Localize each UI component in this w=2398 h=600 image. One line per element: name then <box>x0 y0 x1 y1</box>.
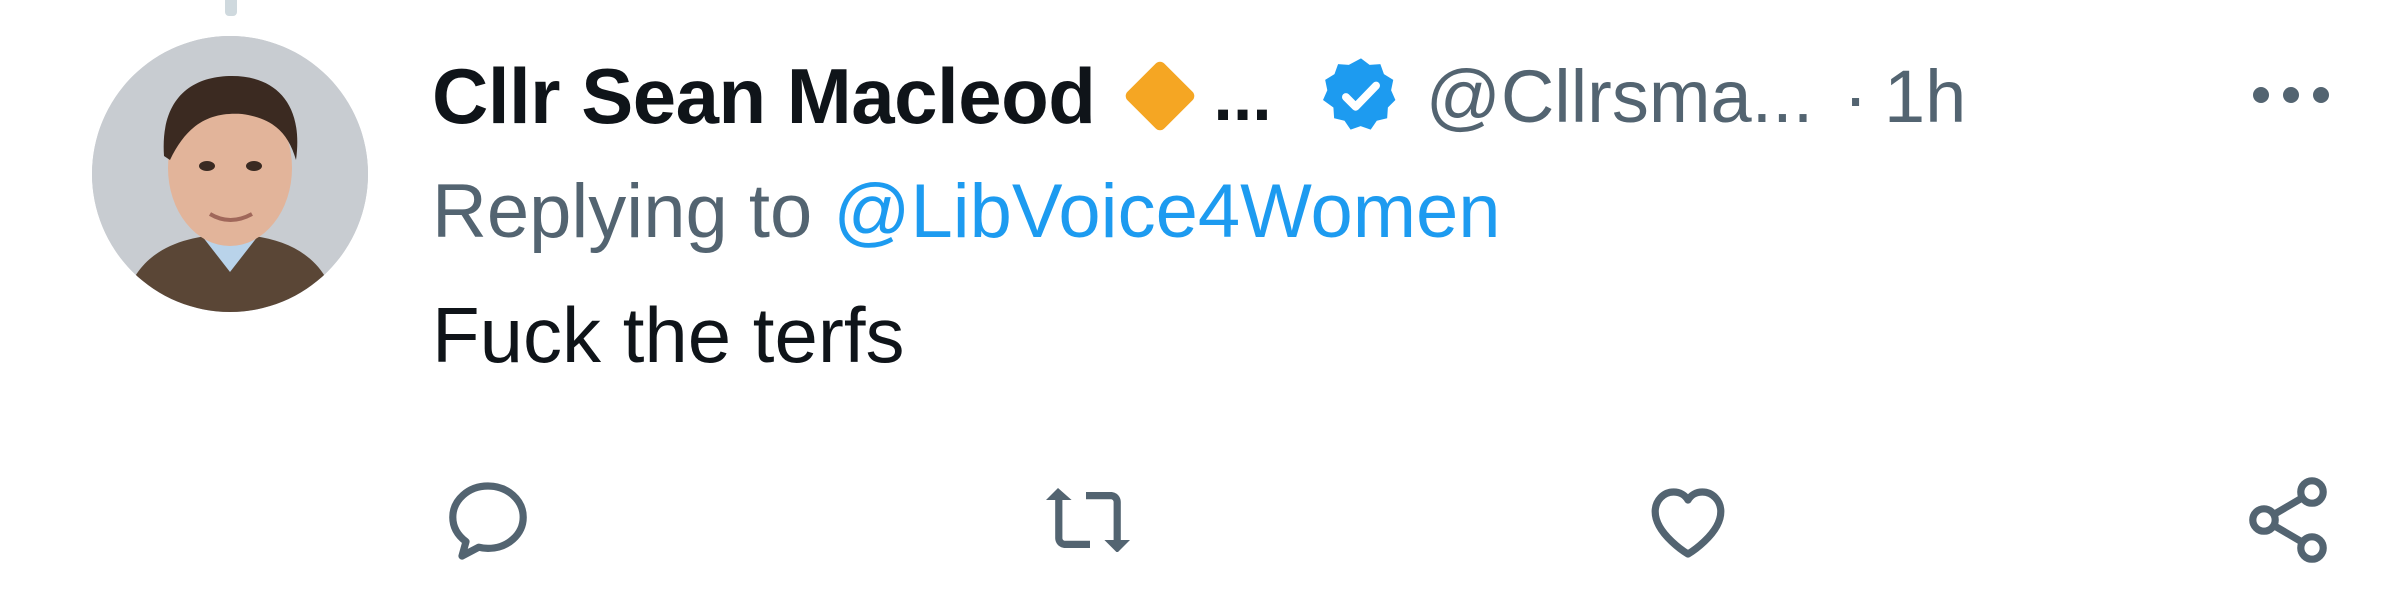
name-ellipsis: ... <box>1213 57 1272 135</box>
orange-diamond-icon <box>1117 53 1203 139</box>
retweet-icon <box>1046 488 1130 552</box>
like-button[interactable] <box>1640 472 1736 568</box>
timestamp[interactable]: 1h <box>1884 54 1966 139</box>
replying-to: Replying to @LibVoice4Women <box>432 168 1501 255</box>
thread-connector-line <box>225 0 237 16</box>
share-button[interactable] <box>2240 472 2336 568</box>
avatar[interactable] <box>92 36 368 312</box>
reply-mention-link[interactable]: @LibVoice4Women <box>833 169 1500 254</box>
tweet-text: Fuck the terfs <box>432 291 905 379</box>
avatar-image <box>92 36 368 312</box>
verified-badge-icon <box>1318 53 1404 139</box>
more-options-icon[interactable] <box>2246 80 2336 110</box>
author-name[interactable]: Cllr Sean Macleod <box>432 51 1096 142</box>
author-handle[interactable]: @Cllrsma... <box>1426 54 1814 139</box>
tweet-header: Cllr Sean Macleod ... @Cllrsma... · 1h <box>432 48 2332 144</box>
reply-prefix: Replying to <box>432 169 834 254</box>
retweet-button[interactable] <box>1040 472 1136 568</box>
reply-icon <box>449 482 527 560</box>
separator-dot: · <box>1843 54 1868 138</box>
like-icon <box>1651 488 1725 558</box>
share-icon <box>2249 477 2327 563</box>
reply-button[interactable] <box>440 472 536 568</box>
